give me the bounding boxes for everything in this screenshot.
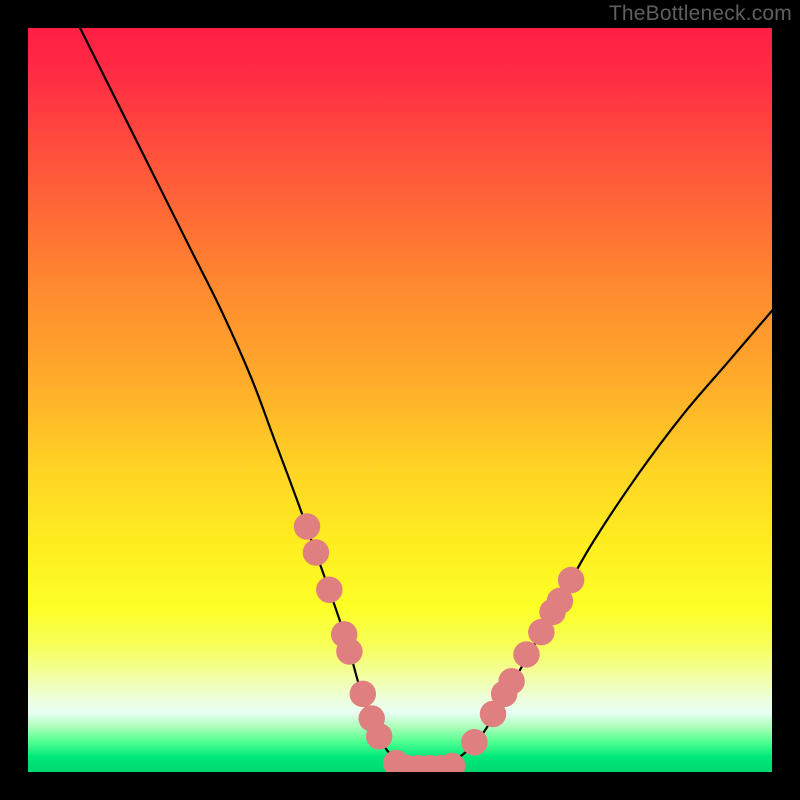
curve-marker [350,681,376,707]
curve-marker [498,668,524,694]
chart-svg [28,28,772,772]
bottleneck-curve [80,28,772,769]
curve-marker [366,723,392,749]
watermark-label: TheBottleneck.com [609,2,792,26]
curve-marker [461,729,487,755]
curve-markers [294,513,585,772]
curve-marker [316,576,342,602]
curve-marker [558,567,584,593]
chart-frame: TheBottleneck.com [0,0,800,800]
curve-marker [513,641,539,667]
curve-marker [336,638,362,664]
plot-area [28,28,772,772]
curve-marker [294,513,320,539]
curve-marker [303,539,329,565]
